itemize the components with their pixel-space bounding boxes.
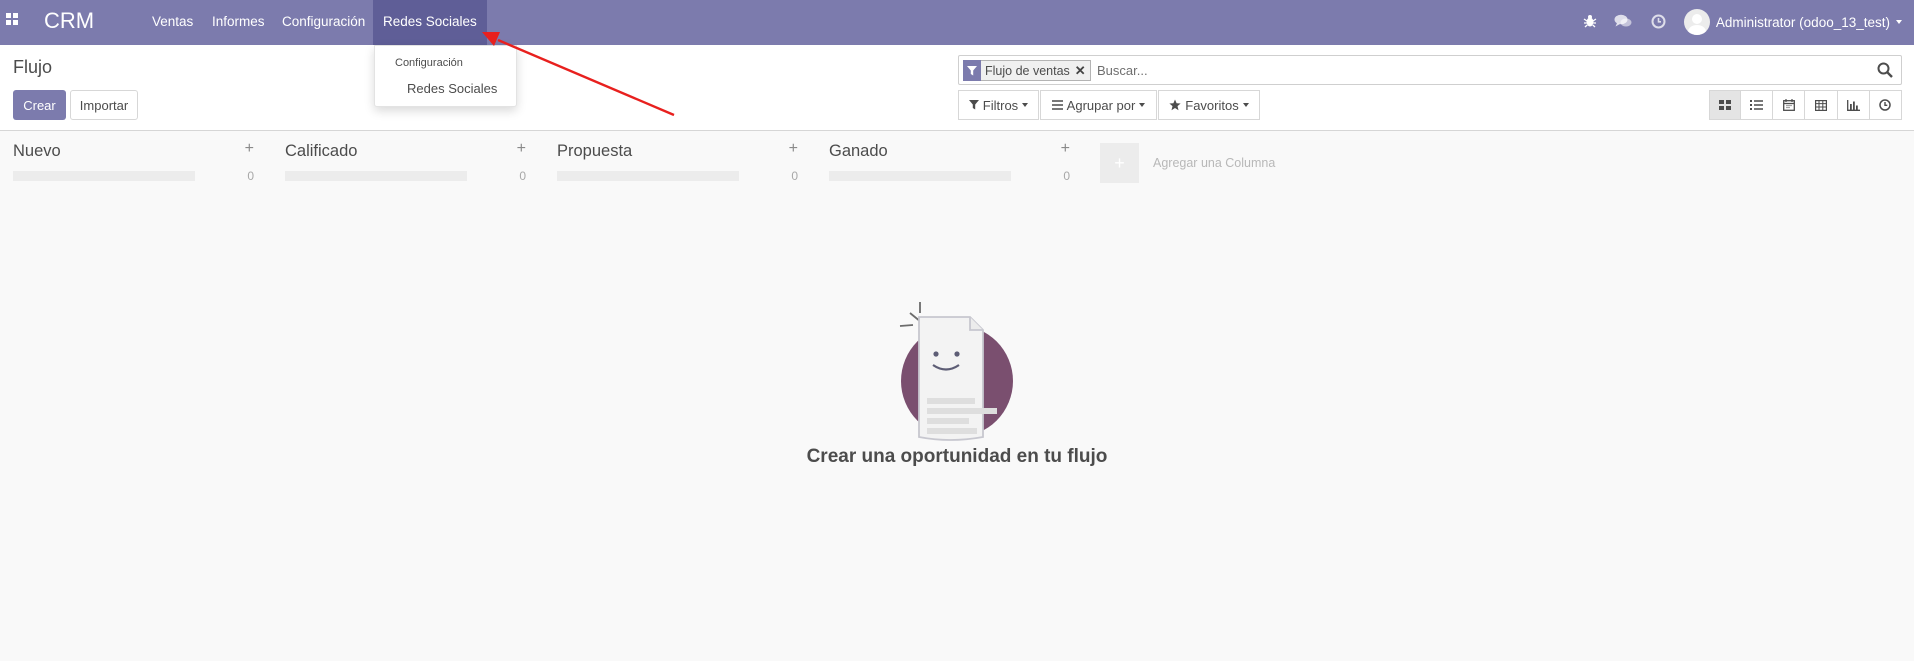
activity-clock-icon[interactable] (1649, 12, 1667, 30)
menu-item-ventas[interactable]: Ventas (152, 0, 193, 45)
filter-icon (963, 60, 981, 81)
menu-item-redes-sociales[interactable]: Redes Sociales (373, 0, 487, 45)
view-switcher (1709, 90, 1902, 120)
pivot-view-icon[interactable] (1805, 90, 1838, 120)
kanban-column-nuevo: Nuevo + 0 (13, 140, 254, 185)
user-name: Administrator (odoo_13_test) (1715, 14, 1890, 30)
favorites-label: Favoritos (1185, 97, 1239, 113)
add-column-button[interactable]: + Agregar una Columna (1100, 143, 1275, 183)
kanban-column-ganado: Ganado + 0 (829, 140, 1070, 185)
quick-create-icon[interactable]: + (1061, 140, 1070, 158)
empty-pipeline-illustration (899, 302, 1013, 441)
search-facet-label: Flujo de ventas (985, 63, 1070, 78)
dropdown-header: Configuración (395, 57, 463, 69)
breadcrumb: Flujo (13, 57, 53, 77)
group-by-label: Agrupar por (1066, 97, 1136, 113)
filters-label: Filtros (982, 97, 1019, 113)
menu-item-informes[interactable]: Informes (212, 0, 265, 45)
control-panel: Flujo Crear Importar Flujo de ventas ✕ F… (0, 45, 1914, 131)
kanban-column-calificado: Calificado + 0 (285, 140, 526, 185)
plus-icon: + (1100, 143, 1139, 183)
apps-menu-icon[interactable] (6, 13, 20, 27)
star-icon (1169, 99, 1181, 111)
filters-button[interactable]: Filtros (958, 90, 1039, 120)
kanban-view-icon[interactable] (1709, 90, 1742, 120)
list-icon (1051, 100, 1063, 110)
group-by-button[interactable]: Agrupar por (1040, 90, 1157, 120)
search-input[interactable] (1097, 60, 1747, 81)
column-title[interactable]: Ganado (829, 142, 888, 161)
bug-icon[interactable] (1581, 12, 1599, 30)
user-menu[interactable]: Administrator (odoo_13_test) (1683, 8, 1902, 36)
activity-view-icon[interactable] (1869, 90, 1902, 120)
column-title[interactable]: Propuesta (557, 142, 632, 161)
column-progress-bar (13, 171, 195, 181)
column-progress-bar (829, 171, 1011, 181)
quick-create-icon[interactable]: + (517, 140, 526, 158)
search-bar: Flujo de ventas ✕ (958, 55, 1902, 85)
avatar (1683, 9, 1710, 35)
redes-sociales-dropdown: Configuración Redes Sociales (374, 45, 517, 107)
column-count: 0 (1063, 169, 1070, 183)
quick-create-icon[interactable]: + (789, 140, 798, 158)
column-progress-bar (285, 171, 467, 181)
empty-state-title: Crear una oportunidad en tu flujo (806, 446, 1108, 467)
dropdown-item-redes-sociales[interactable]: Redes Sociales (407, 81, 497, 96)
menu-item-configuracion[interactable]: Configuración (282, 0, 365, 45)
kanban-column-propuesta: Propuesta + 0 (557, 140, 798, 185)
chevron-down-icon (1022, 103, 1029, 107)
app-brand[interactable]: CRM (44, 8, 94, 34)
close-icon[interactable]: ✕ (1075, 63, 1090, 79)
column-count: 0 (791, 169, 798, 183)
search-facet: Flujo de ventas ✕ (963, 60, 1091, 81)
graph-view-icon[interactable] (1837, 90, 1870, 120)
column-count: 0 (519, 169, 526, 183)
chat-icon[interactable] (1614, 12, 1632, 30)
create-button[interactable]: Crear (13, 90, 66, 120)
top-navbar: CRM Ventas Informes Configuración Redes … (0, 0, 1914, 45)
quick-create-icon[interactable]: + (245, 140, 254, 158)
add-column-label: Agregar una Columna (1153, 156, 1276, 170)
chevron-down-icon (1139, 103, 1146, 107)
column-title[interactable]: Calificado (285, 142, 357, 161)
column-title[interactable]: Nuevo (13, 142, 61, 161)
import-button[interactable]: Importar (70, 90, 138, 120)
chevron-down-icon (1896, 20, 1902, 24)
column-count: 0 (247, 169, 254, 183)
list-view-icon[interactable] (1741, 90, 1774, 120)
chevron-down-icon (1242, 103, 1249, 107)
calendar-view-icon[interactable] (1773, 90, 1806, 120)
search-icon[interactable] (1877, 62, 1895, 80)
column-progress-bar (557, 171, 739, 181)
filter-icon (968, 100, 979, 110)
favorites-button[interactable]: Favoritos (1158, 90, 1260, 120)
